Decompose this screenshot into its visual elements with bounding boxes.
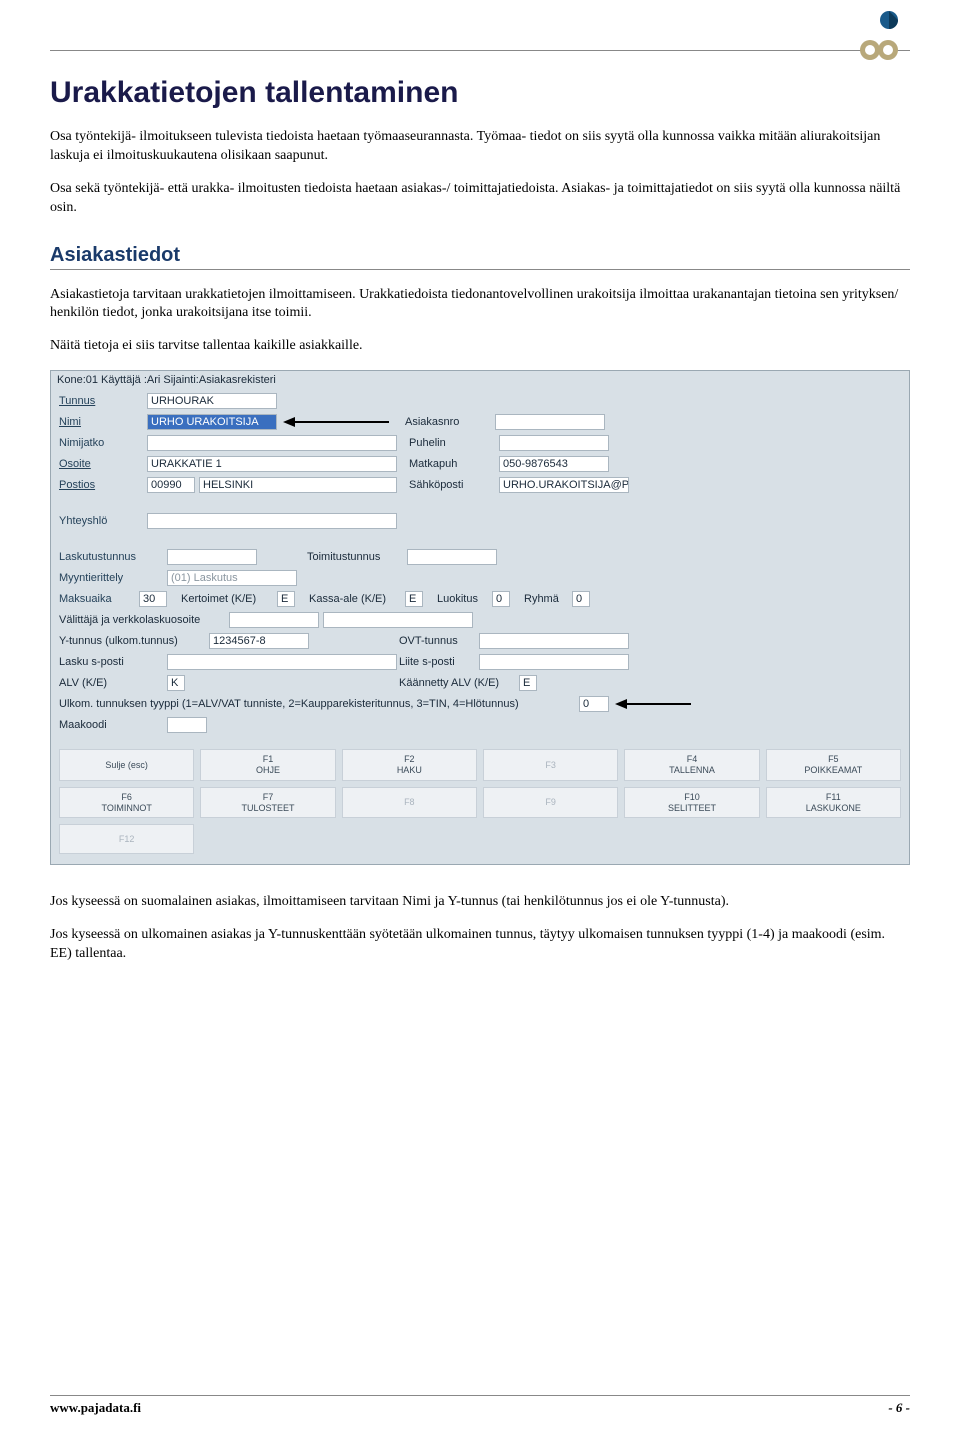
label-maakoodi: Maakoodi <box>59 719 167 731</box>
intro-para-2: Osa sekä työntekijä- että urakka- ilmoit… <box>50 180 910 218</box>
label-nimijatko: Nimijatko <box>59 437 147 449</box>
field-ulkom[interactable]: 0 <box>579 696 609 712</box>
field-valittaja-1[interactable] <box>229 612 319 628</box>
field-kaannetty[interactable]: E <box>519 675 537 691</box>
label-ulkom: Ulkom. tunnuksen tyyppi (1=ALV/VAT tunni… <box>59 698 579 710</box>
field-ryhma[interactable]: 0 <box>572 591 590 607</box>
field-luokitus[interactable]: 0 <box>492 591 510 607</box>
after-para-2: Jos kyseessä on ulkomainen asiakas ja Y-… <box>50 926 910 964</box>
field-laskusposti[interactable] <box>167 654 397 670</box>
function-keys: Sulje (esc) F1OHJE F2HAKU F3 F4TALLENNA … <box>51 741 909 864</box>
label-toimitustunnus: Toimitustunnus <box>307 551 407 563</box>
fkey-f10[interactable]: F10SELITTEET <box>624 787 759 819</box>
field-yhteyshlo[interactable] <box>147 513 397 529</box>
label-postios: Postios <box>59 479 147 491</box>
fkey-f2[interactable]: F2HAKU <box>342 749 477 781</box>
label-valittaja: Välittäjä ja verkkolaskuosoite <box>59 614 229 626</box>
label-ytunnus: Y-tunnus (ulkom.tunnus) <box>59 635 209 647</box>
field-osoite[interactable]: URAKKATIE 1 <box>147 456 397 472</box>
label-kaannetty: Käännetty ALV (K/E) <box>399 677 519 689</box>
arrow-icon <box>615 698 695 710</box>
field-puhelin[interactable] <box>499 435 609 451</box>
app-titlebar: Kone:01 Käyttäjä :Ari Sijainti:Asiakasre… <box>51 371 909 389</box>
label-puhelin: Puhelin <box>409 437 499 449</box>
label-ovt: OVT-tunnus <box>399 635 479 647</box>
arrow-icon <box>283 416 393 428</box>
field-sahkoposti[interactable]: URHO.URAKOITSIJA@PP.I <box>499 477 629 493</box>
field-maksuaika[interactable]: 30 <box>139 591 167 607</box>
label-sahkoposti: Sähköposti <box>409 479 499 491</box>
field-liitesposti[interactable] <box>479 654 629 670</box>
field-nimi[interactable]: URHO URAKOITSIJA <box>147 414 277 430</box>
label-ryhma: Ryhmä <box>524 593 572 605</box>
label-nimi: Nimi <box>59 416 147 428</box>
fkey-f4[interactable]: F4TALLENNA <box>624 749 759 781</box>
label-maksuaika: Maksuaika <box>59 593 139 605</box>
after-para-1: Jos kyseessä on suomalainen asiakas, ilm… <box>50 893 910 912</box>
field-kertoimet[interactable]: E <box>277 591 295 607</box>
fkey-f12[interactable]: F12 <box>59 824 194 854</box>
label-alv: ALV (K/E) <box>59 677 167 689</box>
label-kertoimet: Kertoimet (K/E) <box>181 593 277 605</box>
section-para-1: Asiakastietoja tarvitaan urakkatietojen … <box>50 286 910 324</box>
field-postios-zip[interactable]: 00990 <box>147 477 195 493</box>
label-yhteyshlo: Yhteyshlö <box>59 515 147 527</box>
logo <box>856 10 900 67</box>
field-maakoodi[interactable] <box>167 717 207 733</box>
fkey-f6[interactable]: F6TOIMINNOT <box>59 787 194 819</box>
label-tunnus: Tunnus <box>59 395 147 407</box>
intro-para-1: Osa työntekijä- ilmoitukseen tulevista t… <box>50 128 910 166</box>
fkey-f1[interactable]: F1OHJE <box>200 749 335 781</box>
fkey-f5[interactable]: F5POIKKEAMAT <box>766 749 901 781</box>
field-toimitustunnus[interactable] <box>407 549 497 565</box>
app-window: Kone:01 Käyttäjä :Ari Sijainti:Asiakasre… <box>50 370 910 865</box>
footer-site: www.pajadata.fi <box>50 1400 141 1416</box>
fkey-f11[interactable]: F11LASKUKONE <box>766 787 901 819</box>
page-footer: www.pajadata.fi - 6 - <box>50 1395 910 1416</box>
field-ovt[interactable] <box>479 633 629 649</box>
fkey-f8[interactable]: F8 <box>342 787 477 819</box>
label-luokitus: Luokitus <box>437 593 492 605</box>
field-asiakasnro[interactable] <box>495 414 605 430</box>
field-kassaale[interactable]: E <box>405 591 423 607</box>
label-laskutustunnus: Laskutustunnus <box>59 551 167 563</box>
label-osoite: Osoite <box>59 458 147 470</box>
label-liitesposti: Liite s-posti <box>399 656 479 668</box>
field-matkapuh[interactable]: 050-9876543 <box>499 456 609 472</box>
label-laskusposti: Lasku s-posti <box>59 656 167 668</box>
label-matkapuh: Matkapuh <box>409 458 499 470</box>
footer-page: - 6 - <box>888 1400 910 1416</box>
field-laskutustunnus[interactable] <box>167 549 257 565</box>
label-kassaale: Kassa-ale (K/E) <box>309 593 405 605</box>
section-asiakastiedot: Asiakastiedot <box>50 244 910 270</box>
page-title: Urakkatietojen tallentaminen <box>50 76 910 110</box>
field-valittaja-2[interactable] <box>323 612 473 628</box>
field-tunnus[interactable]: URHOURAK <box>147 393 277 409</box>
label-myynterittely: Myyntierittely <box>59 572 167 584</box>
field-postios-city[interactable]: HELSINKI <box>199 477 397 493</box>
field-myynterittely[interactable]: (01) Laskutus <box>167 570 297 586</box>
field-nimijatko[interactable] <box>147 435 397 451</box>
fkey-f3[interactable]: F3 <box>483 749 618 781</box>
field-alv[interactable]: K <box>167 675 185 691</box>
label-asiakasnro: Asiakasnro <box>405 416 495 428</box>
field-ytunnus[interactable]: 1234567-8 <box>209 633 309 649</box>
top-rule <box>50 50 910 51</box>
fkey-f7[interactable]: F7TULOSTEET <box>200 787 335 819</box>
section-para-2: Näitä tietoja ei siis tarvitse tallentaa… <box>50 337 910 356</box>
fkey-f9[interactable]: F9 <box>483 787 618 819</box>
fkey-esc[interactable]: Sulje (esc) <box>59 749 194 781</box>
